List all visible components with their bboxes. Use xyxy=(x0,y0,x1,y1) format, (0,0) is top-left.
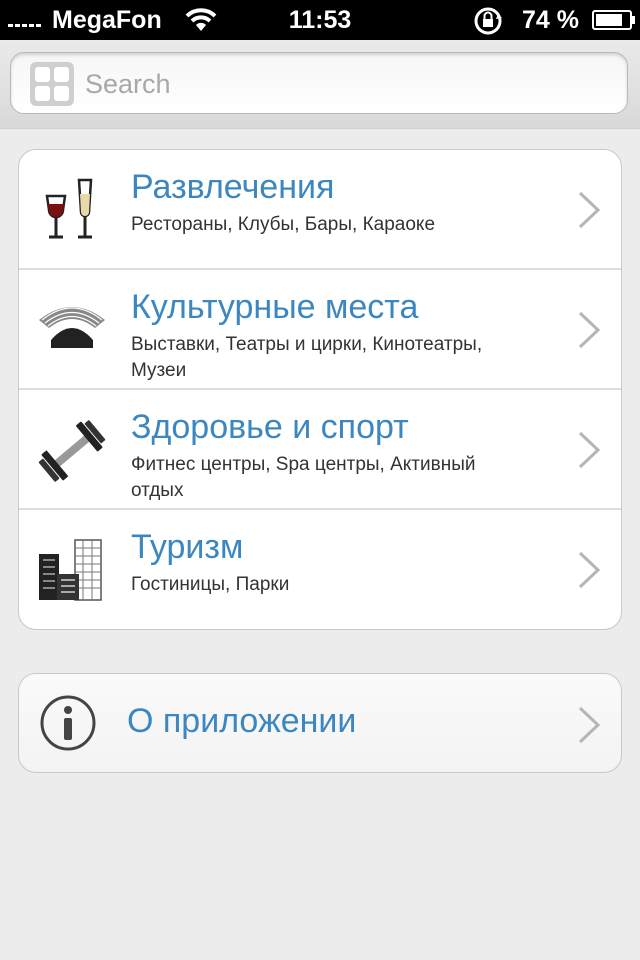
category-culture[interactable]: Культурные места Выставки, Театры и цирк… xyxy=(19,270,621,390)
theater-icon xyxy=(39,307,105,348)
battery-icon xyxy=(592,10,635,30)
dumbbell-icon xyxy=(38,420,106,482)
grid-icon[interactable] xyxy=(29,61,75,107)
battery-percent: 74 % xyxy=(522,6,579,34)
category-title: Культурные места xyxy=(131,288,419,326)
category-tourism[interactable]: Туризм Гостиницы, Парки xyxy=(19,510,621,629)
category-health-sport[interactable]: Здоровье и спорт Фитнес центры, Spa цент… xyxy=(19,390,621,510)
chevron-right-icon xyxy=(578,191,601,229)
wine-glasses-icon xyxy=(45,178,93,239)
category-title: Здоровье и спорт xyxy=(131,408,409,446)
search-box[interactable] xyxy=(10,52,628,114)
categories-list: Развлечения Рестораны, Клубы, Бары, Кара… xyxy=(18,149,622,630)
about-section: О приложении xyxy=(18,673,622,773)
category-title: Развлечения xyxy=(131,168,335,206)
status-bar: MegaFon 11:53 74 % xyxy=(0,0,640,40)
info-icon xyxy=(40,695,96,751)
category-subtitle: Выставки, Театры и цирки, Кинотеатры, Му… xyxy=(131,334,483,381)
chevron-right-icon xyxy=(578,311,601,349)
category-entertainment[interactable]: Развлечения Рестораны, Клубы, Бары, Кара… xyxy=(19,150,621,270)
buildings-icon xyxy=(39,539,102,601)
chevron-right-icon xyxy=(578,551,601,589)
category-subtitle: Гостиницы, Парки xyxy=(131,574,290,595)
category-subtitle: Фитнес центры, Spa центры, Активный отды… xyxy=(131,454,476,501)
search-input[interactable] xyxy=(83,63,607,105)
category-title: Туризм xyxy=(131,528,244,566)
category-subtitle: Рестораны, Клубы, Бары, Караоке xyxy=(131,214,436,235)
rotation-lock-icon xyxy=(474,7,502,35)
search-bar xyxy=(0,40,640,129)
chevron-right-icon xyxy=(578,431,601,469)
about-app-item[interactable]: О приложении xyxy=(19,674,621,772)
about-title: О приложении xyxy=(127,702,357,740)
chevron-right-icon xyxy=(578,706,601,744)
